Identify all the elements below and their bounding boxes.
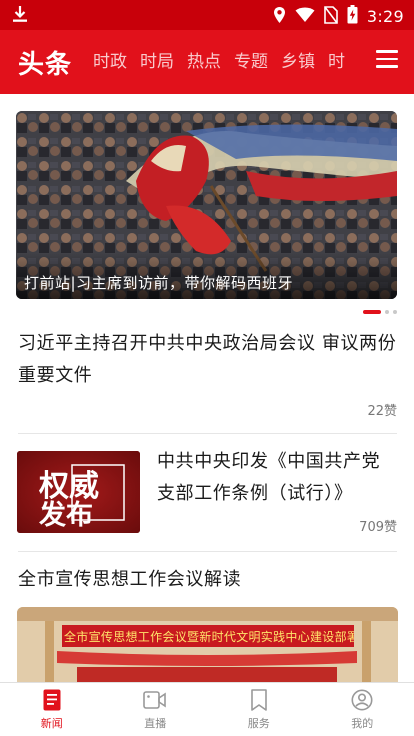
news-item[interactable]: 习近平主持召开中共中央政治局会议 审议两份重要文件 22赞	[18, 328, 397, 423]
status-bar: 3:29	[0, 0, 414, 30]
tab-me[interactable]: 我的	[311, 683, 414, 736]
bookmark-icon	[207, 687, 311, 712]
wifi-icon	[295, 7, 315, 27]
carousel-dot	[393, 310, 397, 314]
news-item[interactable]: 全市宣传思想工作会议解读	[18, 564, 397, 596]
thumb-text-bottom: 发布	[39, 500, 93, 531]
tab-label: 新闻	[40, 717, 63, 730]
divider	[18, 551, 397, 552]
tab-live[interactable]: 直播	[104, 683, 208, 736]
divider	[18, 433, 397, 434]
channel-tab-shizheng[interactable]: 时政	[93, 30, 127, 94]
news-title[interactable]: 中共中央印发《中国共产党支部工作条例（试行）》	[157, 446, 397, 510]
download-icon	[12, 5, 28, 27]
news-image[interactable]: 全市宣传思想工作会议暨新时代文明实践中心建设部署会	[17, 607, 398, 687]
bottom-tab-bar: 新闻 直播 服务 我的	[0, 682, 414, 736]
live-icon	[104, 687, 208, 712]
news-title[interactable]: 全市宣传思想工作会议解读	[18, 564, 397, 596]
no-sim-icon	[324, 5, 338, 28]
channel-tab-shiju[interactable]: 时局	[140, 30, 174, 94]
tab-label: 服务	[247, 717, 270, 730]
channel-tabs: 时政 时局 热点 专题 乡镇时	[93, 30, 355, 94]
carousel-indicator	[363, 310, 397, 314]
banner-carousel[interactable]: 打前站|习主席到访前，带你解码西班牙	[16, 111, 397, 299]
menu-icon[interactable]	[376, 50, 398, 72]
clock: 3:29	[366, 7, 404, 26]
news-thumbnail[interactable]: 权威 发布	[17, 451, 140, 533]
like-count: 22赞	[367, 404, 397, 419]
tab-label: 直播	[144, 717, 167, 730]
banner-caption[interactable]: 打前站|习主席到访前，带你解码西班牙	[24, 272, 293, 293]
battery-charging-icon	[347, 5, 358, 28]
news-title[interactable]: 习近平主持召开中共中央政治局会议 审议两份重要文件	[18, 328, 397, 392]
tab-news[interactable]: 新闻	[0, 683, 104, 736]
channel-tab-zhuanti[interactable]: 专题	[234, 30, 268, 94]
news-icon	[0, 687, 104, 712]
channel-tab-more[interactable]: 时	[328, 30, 345, 94]
channel-tab-redian[interactable]: 热点	[187, 30, 221, 94]
like-count: 709赞	[359, 520, 397, 535]
profile-icon	[311, 687, 414, 712]
carousel-dot	[385, 310, 389, 314]
channel-tab-xiangzhen[interactable]: 乡镇	[281, 30, 315, 94]
app-title: 头条	[18, 50, 73, 80]
tab-services[interactable]: 服务	[207, 683, 311, 736]
tab-label: 我的	[351, 717, 374, 730]
location-icon	[273, 6, 286, 28]
carousel-dot-active	[363, 310, 381, 314]
app-bar: 头条 时政 时局 热点 专题 乡镇时	[0, 30, 414, 94]
image-banner-text: 全市宣传思想工作会议暨新时代文明实践中心建设部署会	[64, 630, 354, 644]
